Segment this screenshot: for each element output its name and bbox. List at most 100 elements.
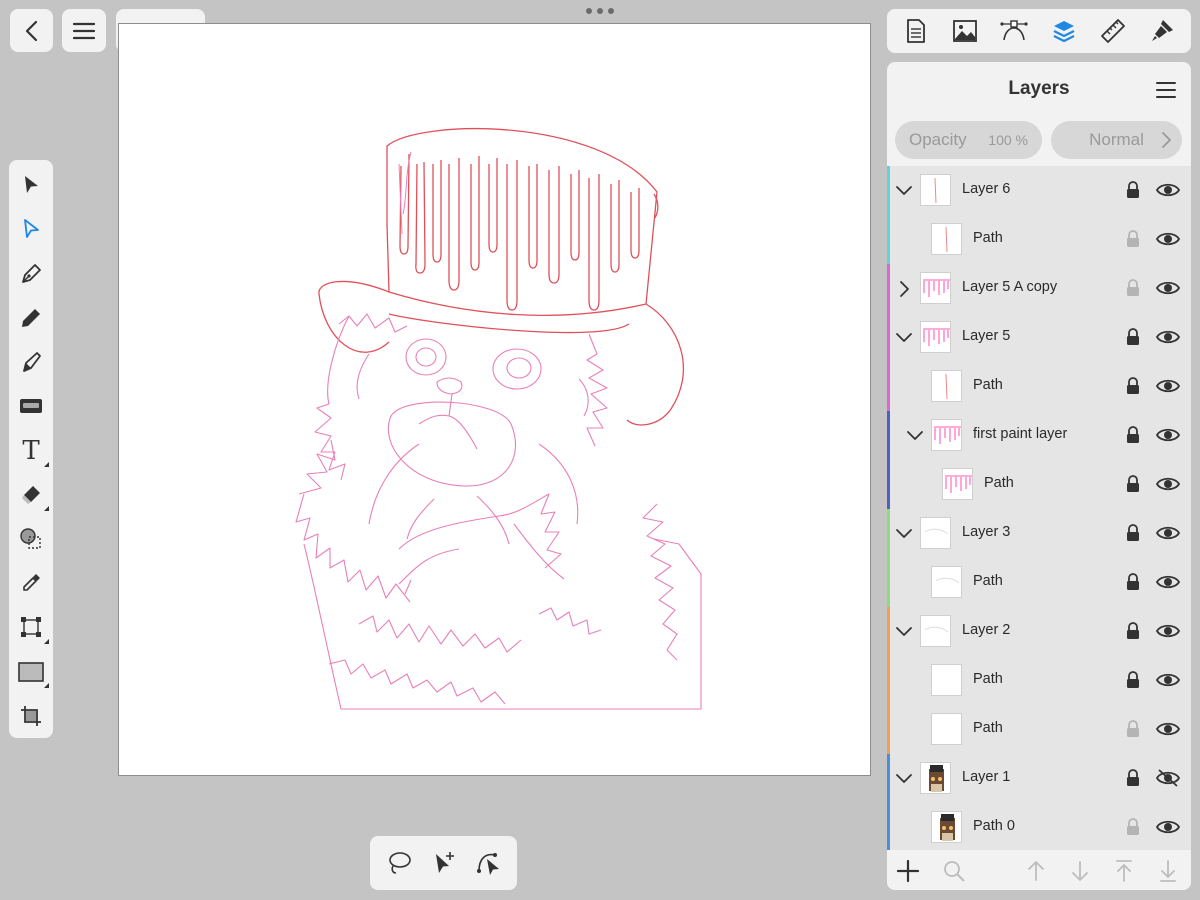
add-node-select-button[interactable] xyxy=(422,841,466,885)
eye-icon[interactable] xyxy=(1155,572,1181,592)
curve-tab[interactable] xyxy=(994,11,1034,51)
text-tool[interactable]: T xyxy=(9,428,53,472)
move-layer-up-button[interactable] xyxy=(1023,858,1049,884)
lock-icon[interactable] xyxy=(1125,327,1141,347)
chevron-left-icon xyxy=(25,20,37,41)
eye-icon[interactable] xyxy=(1155,719,1181,739)
search-layers-button[interactable] xyxy=(941,858,967,884)
lock-icon[interactable] xyxy=(1125,376,1141,396)
unlock-icon[interactable] xyxy=(1125,719,1141,739)
layer-row[interactable]: Path xyxy=(887,705,1191,754)
crop-tool[interactable] xyxy=(9,694,53,738)
layer-row[interactable]: Layer 3 xyxy=(887,509,1191,558)
eye-icon[interactable] xyxy=(1155,278,1181,298)
layer-color-tag xyxy=(887,411,890,460)
document-canvas[interactable] xyxy=(118,23,871,776)
opacity-value: 100 % xyxy=(988,132,1028,148)
move-tool[interactable] xyxy=(9,163,53,207)
blend-mode-control[interactable]: Normal xyxy=(1051,121,1182,159)
document-tab[interactable] xyxy=(896,11,936,51)
layer-color-tag xyxy=(887,460,890,509)
unlock-icon[interactable] xyxy=(1125,278,1141,298)
layer-row[interactable]: Path xyxy=(887,558,1191,607)
transform-icon xyxy=(21,617,41,638)
eraser-tool[interactable] xyxy=(9,473,53,517)
image-tab[interactable] xyxy=(945,11,985,51)
eye-hidden-icon[interactable] xyxy=(1155,768,1181,788)
layers-menu-button[interactable] xyxy=(1151,76,1181,104)
hamburger-menu-icon xyxy=(72,22,96,39)
arrow-up-icon xyxy=(1028,861,1044,881)
eye-icon[interactable] xyxy=(1155,327,1181,347)
layer-row[interactable]: Layer 2 xyxy=(887,607,1191,656)
lock-icon[interactable] xyxy=(1125,670,1141,690)
chevron-down-icon[interactable] xyxy=(893,180,915,202)
lock-icon[interactable] xyxy=(1125,523,1141,543)
brush-tab[interactable] xyxy=(1142,11,1182,51)
fill-tool[interactable] xyxy=(9,384,53,428)
unlock-icon[interactable] xyxy=(1125,817,1141,837)
transform-tool[interactable] xyxy=(9,605,53,649)
back-button[interactable] xyxy=(10,9,53,52)
ruler-icon xyxy=(1101,19,1125,43)
eye-icon[interactable] xyxy=(1155,474,1181,494)
color-picker-tool[interactable] xyxy=(9,561,53,605)
layer-row[interactable]: Layer 5 A copy xyxy=(887,264,1191,313)
lock-icon[interactable] xyxy=(1125,425,1141,445)
rectangle-tool[interactable] xyxy=(9,650,53,694)
pencil-icon xyxy=(22,308,40,327)
move-arrow-icon xyxy=(25,176,38,194)
eye-icon[interactable] xyxy=(1155,523,1181,543)
eye-icon[interactable] xyxy=(1155,817,1181,837)
layer-row[interactable]: Path xyxy=(887,362,1191,411)
unlock-icon[interactable] xyxy=(1125,229,1141,249)
chevron-right-icon[interactable] xyxy=(893,278,915,300)
layer-name: Layer 2 xyxy=(962,622,1011,638)
lock-icon[interactable] xyxy=(1125,180,1141,200)
lock-icon[interactable] xyxy=(1125,621,1141,641)
main-menu-button[interactable] xyxy=(62,9,106,52)
pencil-tool[interactable] xyxy=(9,296,53,340)
chevron-down-icon[interactable] xyxy=(893,768,915,790)
add-layer-button[interactable] xyxy=(895,858,921,884)
pen-tool[interactable] xyxy=(9,251,53,295)
layer-row[interactable]: Path 0 xyxy=(887,803,1191,852)
lock-icon[interactable] xyxy=(1125,474,1141,494)
layer-thumbnail xyxy=(920,762,951,794)
chevron-down-icon[interactable] xyxy=(904,425,926,447)
more-options-handle[interactable] xyxy=(586,6,614,16)
opacity-control[interactable]: Opacity 100 % xyxy=(895,121,1042,159)
eye-icon[interactable] xyxy=(1155,425,1181,445)
lock-icon[interactable] xyxy=(1125,768,1141,788)
layer-color-tag xyxy=(887,362,890,411)
layers-panel-title: Layers xyxy=(1008,78,1070,99)
eye-icon[interactable] xyxy=(1155,229,1181,249)
move-layer-bottom-button[interactable] xyxy=(1155,858,1181,884)
node-tool[interactable] xyxy=(9,207,53,251)
lock-icon[interactable] xyxy=(1125,572,1141,592)
chevron-down-icon[interactable] xyxy=(893,621,915,643)
layers-tab[interactable] xyxy=(1044,11,1084,51)
ruler-tab[interactable] xyxy=(1093,11,1133,51)
move-layer-top-button[interactable] xyxy=(1111,858,1137,884)
vector-brush-tool[interactable] xyxy=(9,340,53,384)
chevron-down-icon[interactable] xyxy=(893,327,915,349)
layer-row[interactable]: Path xyxy=(887,460,1191,509)
layer-row[interactable]: Layer 5 xyxy=(887,313,1191,362)
shape-builder-tool[interactable] xyxy=(9,517,53,561)
eyedropper-icon xyxy=(23,574,40,592)
lasso-select-button[interactable] xyxy=(377,841,421,885)
layer-row[interactable]: Layer 1 xyxy=(887,754,1191,803)
layer-row[interactable]: Path xyxy=(887,656,1191,705)
curve-select-button[interactable] xyxy=(467,841,511,885)
eye-icon[interactable] xyxy=(1155,376,1181,396)
eye-icon[interactable] xyxy=(1155,670,1181,690)
chevron-down-icon[interactable] xyxy=(893,523,915,545)
move-layer-down-button[interactable] xyxy=(1067,858,1093,884)
layer-row[interactable]: Layer 6 xyxy=(887,166,1191,215)
layer-name: Path xyxy=(984,475,1014,491)
layer-row[interactable]: first paint layer xyxy=(887,411,1191,460)
eye-icon[interactable] xyxy=(1155,621,1181,641)
eye-icon[interactable] xyxy=(1155,180,1181,200)
layer-row[interactable]: Path xyxy=(887,215,1191,264)
